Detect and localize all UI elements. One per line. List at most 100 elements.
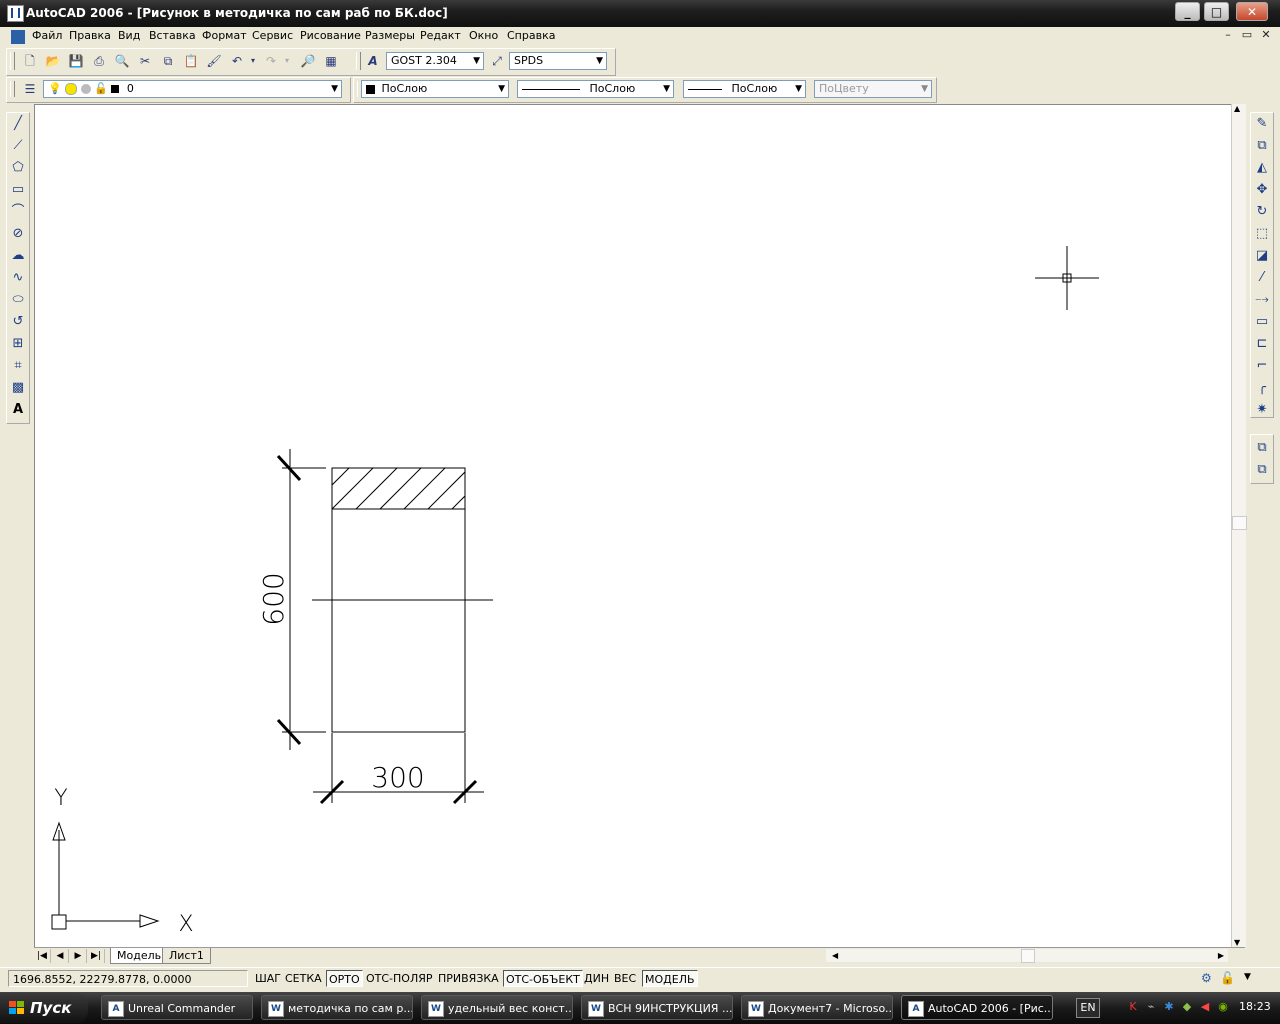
nvidia-tray-icon[interactable]: ◉ — [1216, 1000, 1230, 1014]
line-icon[interactable]: ╱ — [9, 114, 27, 134]
extend-icon[interactable]: ⤍ — [1253, 290, 1271, 310]
stretch-icon[interactable]: ◪ — [1253, 246, 1271, 266]
rectangle-icon[interactable]: ▭ — [9, 180, 27, 200]
task-word-document7[interactable]: W Документ7 - Microso... — [741, 995, 893, 1020]
osnap-toggle[interactable]: ПРИВЯЗКА — [436, 970, 501, 987]
scroll-down-icon[interactable]: ▼ — [1234, 938, 1240, 947]
menu-insert[interactable]: Вставка — [149, 29, 196, 42]
undo-icon[interactable]: ↶ — [228, 52, 246, 70]
menu-view[interactable]: Вид — [118, 29, 140, 42]
fillet-icon[interactable]: ╭ — [1253, 378, 1271, 398]
menu-modify[interactable]: Редакт — [420, 29, 461, 42]
network-tray-icon[interactable]: ⌁ — [1144, 1000, 1158, 1014]
maximize-button[interactable]: □ — [1204, 2, 1229, 21]
plot-style-combo[interactable]: ПоЦвету ▼ — [814, 80, 932, 98]
color-combo[interactable]: ПоСлою ▼ — [361, 80, 509, 98]
grid-toggle[interactable]: СЕТКА — [283, 970, 324, 987]
minimize-button[interactable]: _ — [1175, 2, 1200, 21]
toolbar-lock-icon[interactable]: 🔓 — [1220, 971, 1235, 985]
text-style-combo[interactable]: GOST 2.304 ▼ — [386, 52, 484, 70]
menu-tools[interactable]: Сервис — [252, 29, 293, 42]
erase-icon[interactable]: ✎ — [1253, 114, 1271, 134]
hatch-icon[interactable]: ▩ — [9, 378, 27, 398]
zoom-realtime-icon[interactable]: 🔎 — [299, 52, 317, 70]
horizontal-scrollbar[interactable]: ◀ ▶ — [826, 949, 1228, 963]
circle-icon[interactable]: ⊘ — [9, 224, 27, 244]
toolbar-grip[interactable] — [10, 81, 15, 97]
bluetooth-tray-icon[interactable]: ✱ — [1162, 1000, 1176, 1014]
multiline-text-icon[interactable]: A — [9, 400, 27, 420]
open-icon[interactable]: 📂 — [44, 52, 62, 70]
task-word-udelny-ves[interactable]: W удельный вес конст... — [421, 995, 573, 1020]
new-icon[interactable]: 🗋 — [21, 52, 39, 70]
construction-line-icon[interactable]: ⟋ — [9, 136, 27, 156]
ellipse-icon[interactable]: ⬭ — [9, 290, 27, 310]
doc-restore-button[interactable]: ▭ — [1240, 28, 1254, 41]
mirror-icon[interactable]: ◭ — [1253, 158, 1271, 178]
menu-help[interactable]: Справка — [507, 29, 555, 42]
tab-sheet1[interactable]: Лист1 — [162, 948, 211, 964]
scroll-left-icon[interactable]: ◀ — [832, 949, 838, 962]
scroll-right-icon[interactable]: ▶ — [1218, 949, 1224, 962]
redo-icon[interactable]: ↷ — [262, 52, 280, 70]
arc-icon[interactable]: ⌒ — [9, 202, 27, 222]
lineweight-toggle[interactable]: ВЕС — [612, 970, 638, 987]
copy-object-icon[interactable]: ⧉ — [1253, 136, 1271, 156]
toolbar-grip[interactable] — [356, 52, 361, 70]
polygon-icon[interactable]: ⬠ — [9, 158, 27, 178]
redo-dropdown-icon[interactable]: ▾ — [282, 52, 292, 70]
first-tab-icon[interactable]: |◀ — [34, 949, 51, 963]
prev-tab-icon[interactable]: ◀ — [52, 949, 69, 963]
tab-model[interactable]: Модель — [110, 948, 169, 964]
vertical-scrollbar[interactable]: ▲ ▼ — [1231, 104, 1247, 947]
scroll-up-icon[interactable]: ▲ — [1234, 104, 1240, 113]
horizontal-scroll-thumb[interactable] — [1021, 949, 1035, 963]
save-icon[interactable]: 💾 — [67, 52, 85, 70]
move-icon[interactable]: ✥ — [1253, 180, 1271, 200]
explode-icon[interactable]: ✷ — [1253, 400, 1271, 420]
menu-draw[interactable]: Рисование — [300, 29, 361, 42]
model-toggle[interactable]: МОДЕЛЬ — [642, 970, 698, 987]
menu-window[interactable]: Окно — [469, 29, 498, 42]
paste-icon[interactable]: 📋 — [182, 52, 200, 70]
close-button[interactable]: ✕ — [1236, 2, 1268, 21]
dim-style-icon[interactable]: ⤢ — [488, 52, 506, 70]
autocad-app-icon[interactable] — [7, 5, 24, 22]
document-menu-icon[interactable] — [11, 30, 25, 44]
chamfer-icon[interactable]: ⌐ — [1253, 356, 1271, 376]
doc-close-button[interactable]: ✕ — [1259, 28, 1273, 41]
vertical-scroll-thumb[interactable] — [1232, 516, 1247, 530]
start-button[interactable]: Пуск — [0, 993, 88, 1023]
cut-icon[interactable]: ✂ — [136, 52, 154, 70]
task-autocad[interactable]: A AutoCAD 2006 - [Рис... — [901, 995, 1053, 1020]
menu-format[interactable]: Формат — [202, 29, 247, 42]
hatch-pattern[interactable] — [298, 468, 493, 519]
task-word-metodichka[interactable]: W методичка по сам р... — [261, 995, 413, 1020]
antivirus-tray-icon[interactable]: K — [1126, 1000, 1140, 1014]
print-preview-icon[interactable]: 🔍 — [113, 52, 131, 70]
shield-tray-icon[interactable]: ◆ — [1180, 1000, 1194, 1014]
join-icon[interactable]: ⊏ — [1253, 334, 1271, 354]
layer-manager-icon[interactable]: ☰ — [21, 80, 39, 98]
language-indicator[interactable]: EN — [1076, 998, 1100, 1018]
task-word-vsn[interactable]: W ВСН 9ИНСТРУКЦИЯ ... — [581, 995, 733, 1020]
rotate-icon[interactable]: ↻ — [1253, 202, 1271, 222]
snap-toggle[interactable]: ШАГ — [253, 970, 283, 987]
spline-icon[interactable]: ∿ — [9, 268, 27, 288]
dyn-toggle[interactable]: ДИН — [582, 970, 611, 987]
send-to-back-icon[interactable]: ⧉ — [1253, 460, 1271, 480]
communication-center-icon[interactable]: ⚙ — [1201, 971, 1212, 985]
text-style-icon[interactable]: A — [364, 52, 382, 70]
lineweight-combo[interactable]: ПоСлою ▼ — [683, 80, 806, 98]
scale-icon[interactable]: ⬚ — [1253, 224, 1271, 244]
task-unreal-commander[interactable]: A Unreal Commander — [101, 995, 253, 1020]
menu-file[interactable]: Файл — [32, 29, 62, 42]
ellipse-arc-icon[interactable]: ↺ — [9, 312, 27, 332]
markup-icon[interactable]: ▦ — [322, 52, 340, 70]
drawing-area[interactable]: 600 300 X Y — [34, 104, 1231, 948]
menu-edit[interactable]: Правка — [69, 29, 111, 42]
print-icon[interactable]: ⎙ — [90, 52, 108, 70]
linetype-combo[interactable]: ПоСлою ▼ — [517, 80, 674, 98]
polar-toggle[interactable]: ОТС-ПОЛЯР — [364, 970, 435, 987]
match-properties-icon[interactable]: 🖌 — [205, 52, 223, 70]
